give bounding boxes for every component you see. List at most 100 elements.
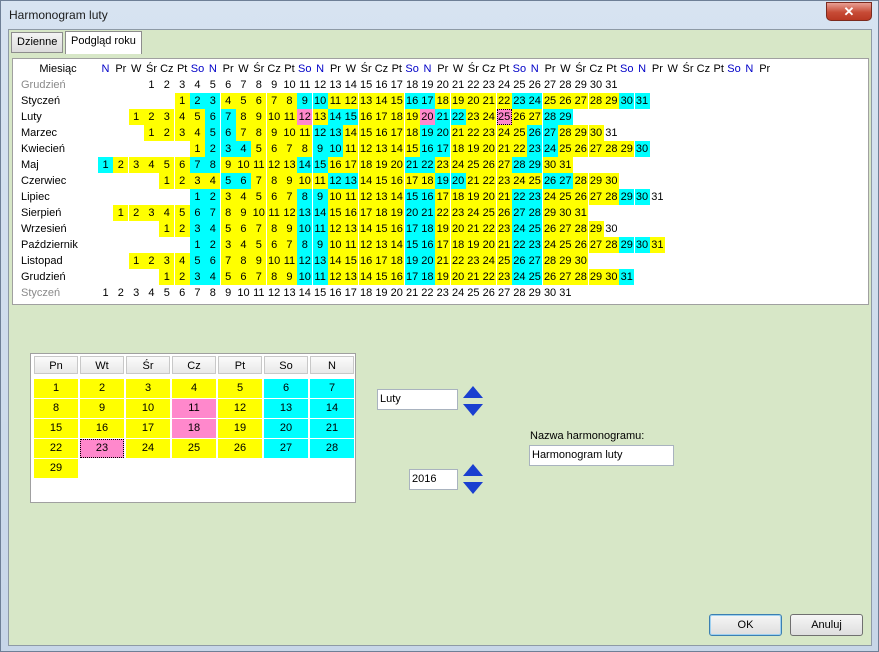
year-day-cell[interactable]: 11 — [312, 269, 328, 285]
year-day-cell[interactable]: 28 — [557, 125, 573, 141]
month-day-cell[interactable]: 27 — [264, 439, 308, 458]
month-day-cell[interactable]: 18 — [172, 419, 216, 438]
month-day-cell[interactable]: 28 — [310, 439, 354, 458]
year-day-cell[interactable]: 3 — [220, 141, 236, 157]
month-day-cell[interactable]: 7 — [310, 379, 354, 398]
year-day-cell[interactable]: 6 — [205, 253, 221, 269]
year-day-cell[interactable]: 7 — [205, 205, 221, 221]
year-day-cell[interactable]: 23 — [481, 125, 497, 141]
month-day-cell[interactable]: 6 — [264, 379, 308, 398]
year-day-cell[interactable]: 4 — [205, 173, 221, 189]
year-day-cell[interactable]: 24 — [497, 77, 512, 93]
year-day-cell[interactable]: 28 — [603, 141, 619, 157]
year-day-cell[interactable]: 22 — [465, 125, 481, 141]
year-day-cell[interactable]: 15 — [404, 237, 420, 253]
year-day-cell[interactable]: 4 — [144, 285, 159, 301]
year-day-cell[interactable]: 16 — [389, 221, 405, 237]
year-day-cell[interactable]: 20 — [419, 109, 435, 125]
year-day-cell[interactable]: 13 — [373, 237, 389, 253]
year-day-cell[interactable]: 21 — [419, 205, 435, 221]
year-day-cell[interactable]: 10 — [297, 173, 313, 189]
year-day-cell[interactable]: 15 — [404, 141, 420, 157]
year-day-cell[interactable]: 19 — [465, 237, 481, 253]
year-day-cell[interactable]: 25 — [496, 253, 512, 269]
month-day-cell[interactable]: 9 — [80, 399, 124, 418]
year-day-cell[interactable]: 17 — [343, 157, 359, 173]
year-day-cell[interactable]: 4 — [189, 125, 205, 141]
year-day-cell[interactable]: 9 — [267, 77, 282, 93]
year-day-cell[interactable]: 3 — [189, 269, 205, 285]
year-day-cell[interactable]: 11 — [312, 173, 328, 189]
year-day-cell[interactable]: 1 — [189, 141, 205, 157]
year-day-cell[interactable]: 21 — [465, 173, 481, 189]
year-day-cell[interactable]: 9 — [251, 109, 267, 125]
year-day-cell[interactable]: 3 — [220, 237, 236, 253]
year-day-cell[interactable]: 16 — [374, 77, 389, 93]
year-day-cell[interactable]: 21 — [435, 109, 451, 125]
year-day-cell[interactable]: 3 — [128, 157, 144, 173]
year-day-cell[interactable]: 23 — [465, 109, 481, 125]
year-day-cell[interactable]: 8 — [266, 173, 282, 189]
year-day-cell[interactable]: 4 — [143, 157, 159, 173]
year-day-cell[interactable]: 10 — [266, 109, 282, 125]
year-day-cell[interactable]: 15 — [343, 253, 359, 269]
month-day-cell[interactable]: 23 — [80, 439, 124, 458]
year-day-cell[interactable]: 27 — [542, 125, 558, 141]
year-day-cell[interactable]: 15 — [359, 77, 374, 93]
year-day-cell[interactable]: 7 — [266, 93, 282, 109]
year-day-cell[interactable]: 13 — [358, 93, 374, 109]
year-day-cell[interactable]: 12 — [358, 141, 374, 157]
year-day-cell[interactable]: 6 — [221, 77, 236, 93]
year-day-cell[interactable]: 5 — [251, 237, 267, 253]
year-day-cell[interactable]: 22 — [511, 141, 527, 157]
year-day-cell[interactable]: 9 — [297, 93, 313, 109]
year-day-cell[interactable]: 2 — [174, 269, 190, 285]
year-day-cell[interactable]: 20 — [389, 157, 405, 173]
year-day-cell[interactable]: 28 — [511, 157, 527, 173]
year-day-cell[interactable]: 22 — [496, 93, 512, 109]
year-day-cell[interactable]: 31 — [573, 205, 589, 221]
year-day-cell[interactable]: 20 — [450, 221, 466, 237]
year-day-cell[interactable]: 27 — [588, 237, 604, 253]
year-day-cell[interactable]: 31 — [650, 189, 665, 205]
year-day-cell[interactable]: 20 — [481, 237, 497, 253]
year-day-cell[interactable]: 23 — [450, 205, 466, 221]
year-day-cell[interactable]: 24 — [481, 253, 497, 269]
year-day-cell[interactable]: 19 — [404, 253, 420, 269]
year-day-cell[interactable]: 9 — [312, 189, 328, 205]
year-day-cell[interactable]: 19 — [465, 189, 481, 205]
year-day-cell[interactable]: 13 — [373, 189, 389, 205]
year-day-cell[interactable]: 7 — [281, 237, 297, 253]
year-day-cell[interactable]: 8 — [251, 77, 266, 93]
year-day-cell[interactable]: 5 — [251, 189, 267, 205]
year-day-cell[interactable]: 24 — [542, 237, 558, 253]
year-day-cell[interactable]: 7 — [220, 109, 236, 125]
year-day-cell[interactable]: 30 — [588, 125, 604, 141]
month-field[interactable]: Luty — [377, 389, 458, 410]
arrow-up-icon[interactable] — [463, 386, 483, 398]
year-day-cell[interactable]: 30 — [603, 269, 619, 285]
year-day-cell[interactable]: 24 — [511, 269, 527, 285]
year-day-cell[interactable]: 27 — [557, 221, 573, 237]
year-day-cell[interactable]: 16 — [373, 125, 389, 141]
cancel-button[interactable]: Anuluj — [790, 614, 863, 636]
month-day-cell[interactable]: 22 — [34, 439, 78, 458]
year-day-cell[interactable]: 26 — [573, 237, 589, 253]
year-day-cell[interactable]: 29 — [573, 125, 589, 141]
year-day-cell[interactable]: 17 — [435, 189, 451, 205]
year-day-cell[interactable]: 8 — [266, 221, 282, 237]
year-day-cell[interactable]: 22 — [466, 77, 481, 93]
year-day-cell[interactable]: 17 — [358, 205, 374, 221]
year-day-cell[interactable]: 6 — [220, 125, 236, 141]
year-day-cell[interactable]: 15 — [313, 285, 328, 301]
year-day-cell[interactable]: 20 — [450, 269, 466, 285]
year-day-cell[interactable]: 16 — [328, 285, 343, 301]
year-day-cell[interactable]: 5 — [189, 109, 205, 125]
month-day-cell[interactable]: 14 — [310, 399, 354, 418]
month-day-cell[interactable]: 17 — [126, 419, 170, 438]
year-day-cell[interactable]: 16 — [343, 205, 359, 221]
arrow-down-icon[interactable] — [463, 404, 483, 416]
year-day-cell[interactable]: 19 — [389, 205, 405, 221]
year-day-cell[interactable]: 19 — [420, 77, 435, 93]
year-day-cell[interactable]: 7 — [251, 221, 267, 237]
